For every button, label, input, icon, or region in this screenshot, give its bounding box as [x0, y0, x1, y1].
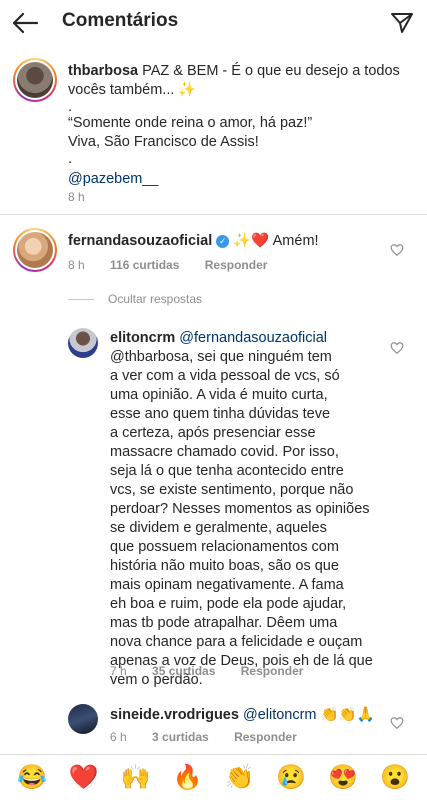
- heart-emoji-icon[interactable]: ❤️: [67, 763, 101, 793]
- reply-meta: 7 h 35 curtidas Responder: [110, 664, 304, 678]
- comment-likes[interactable]: 116 curtidas: [110, 258, 179, 272]
- post-caption: thbarbosa PAZ & BEM - É o que eu desejo …: [68, 62, 418, 189]
- comment-username[interactable]: fernandasouzaoficial: [68, 233, 212, 249]
- comment-avatar[interactable]: [13, 228, 57, 272]
- reply-reply-button[interactable]: Responder: [241, 664, 304, 678]
- crying-emoji-icon[interactable]: 😢: [274, 763, 308, 793]
- direct-send-icon[interactable]: [385, 6, 419, 40]
- fire-emoji-icon[interactable]: 🔥: [171, 763, 205, 793]
- hide-replies-line: [68, 298, 94, 300]
- reply-meta: 6 h 3 curtidas Responder: [110, 730, 297, 744]
- post-author-avatar[interactable]: [13, 58, 57, 102]
- reply-avatar[interactable]: [68, 328, 98, 358]
- surprised-emoji-icon[interactable]: 😮: [378, 763, 412, 793]
- like-heart-icon[interactable]: [390, 243, 404, 257]
- reply-username[interactable]: sineide.vrodrigues: [110, 707, 239, 723]
- comment-text: fernandasouzaoficial ✓ ✨❤️ Amém!: [68, 233, 319, 249]
- reply-avatar[interactable]: [68, 704, 98, 734]
- back-arrow-icon[interactable]: [8, 6, 42, 40]
- hashtag-mention-link[interactable]: @pazebem__: [68, 170, 418, 189]
- reply-username[interactable]: elitoncrm: [110, 330, 175, 346]
- reply-likes[interactable]: 3 curtidas: [152, 730, 209, 744]
- laughing-emoji-icon[interactable]: 😂: [15, 763, 49, 793]
- top-bar: Comentários: [0, 0, 427, 44]
- reply-likes[interactable]: 35 curtidas: [152, 664, 215, 678]
- hide-replies-toggle[interactable]: Ocultar respostas: [68, 292, 202, 306]
- comment-reply-button[interactable]: Responder: [205, 258, 268, 272]
- page-title: Comentários: [62, 10, 179, 31]
- emoji-quick-bar: 😂 ❤️ 🙌 🔥 👏 😢 😍 😮: [0, 755, 427, 800]
- comment-meta: 8 h 116 curtidas Responder: [68, 258, 268, 272]
- post-author-username[interactable]: thbarbosa: [68, 63, 138, 79]
- clapping-emoji-icon[interactable]: 👏: [222, 763, 256, 793]
- reply-reply-button[interactable]: Responder: [234, 730, 297, 744]
- caption-divider: [0, 214, 427, 215]
- reply-text: sineide.vrodrigues @elitoncrm 👏👏🙏: [110, 707, 375, 723]
- heart-eyes-emoji-icon[interactable]: 😍: [326, 763, 360, 793]
- verified-badge-icon: ✓: [216, 234, 230, 248]
- reply-text: elitoncrm @fernandasouzaoficial @thbarbo…: [110, 330, 373, 688]
- raised-hands-emoji-icon[interactable]: 🙌: [119, 763, 153, 793]
- like-heart-icon[interactable]: [390, 341, 404, 355]
- post-time: 8 h: [68, 190, 85, 204]
- like-heart-icon[interactable]: [390, 716, 404, 730]
